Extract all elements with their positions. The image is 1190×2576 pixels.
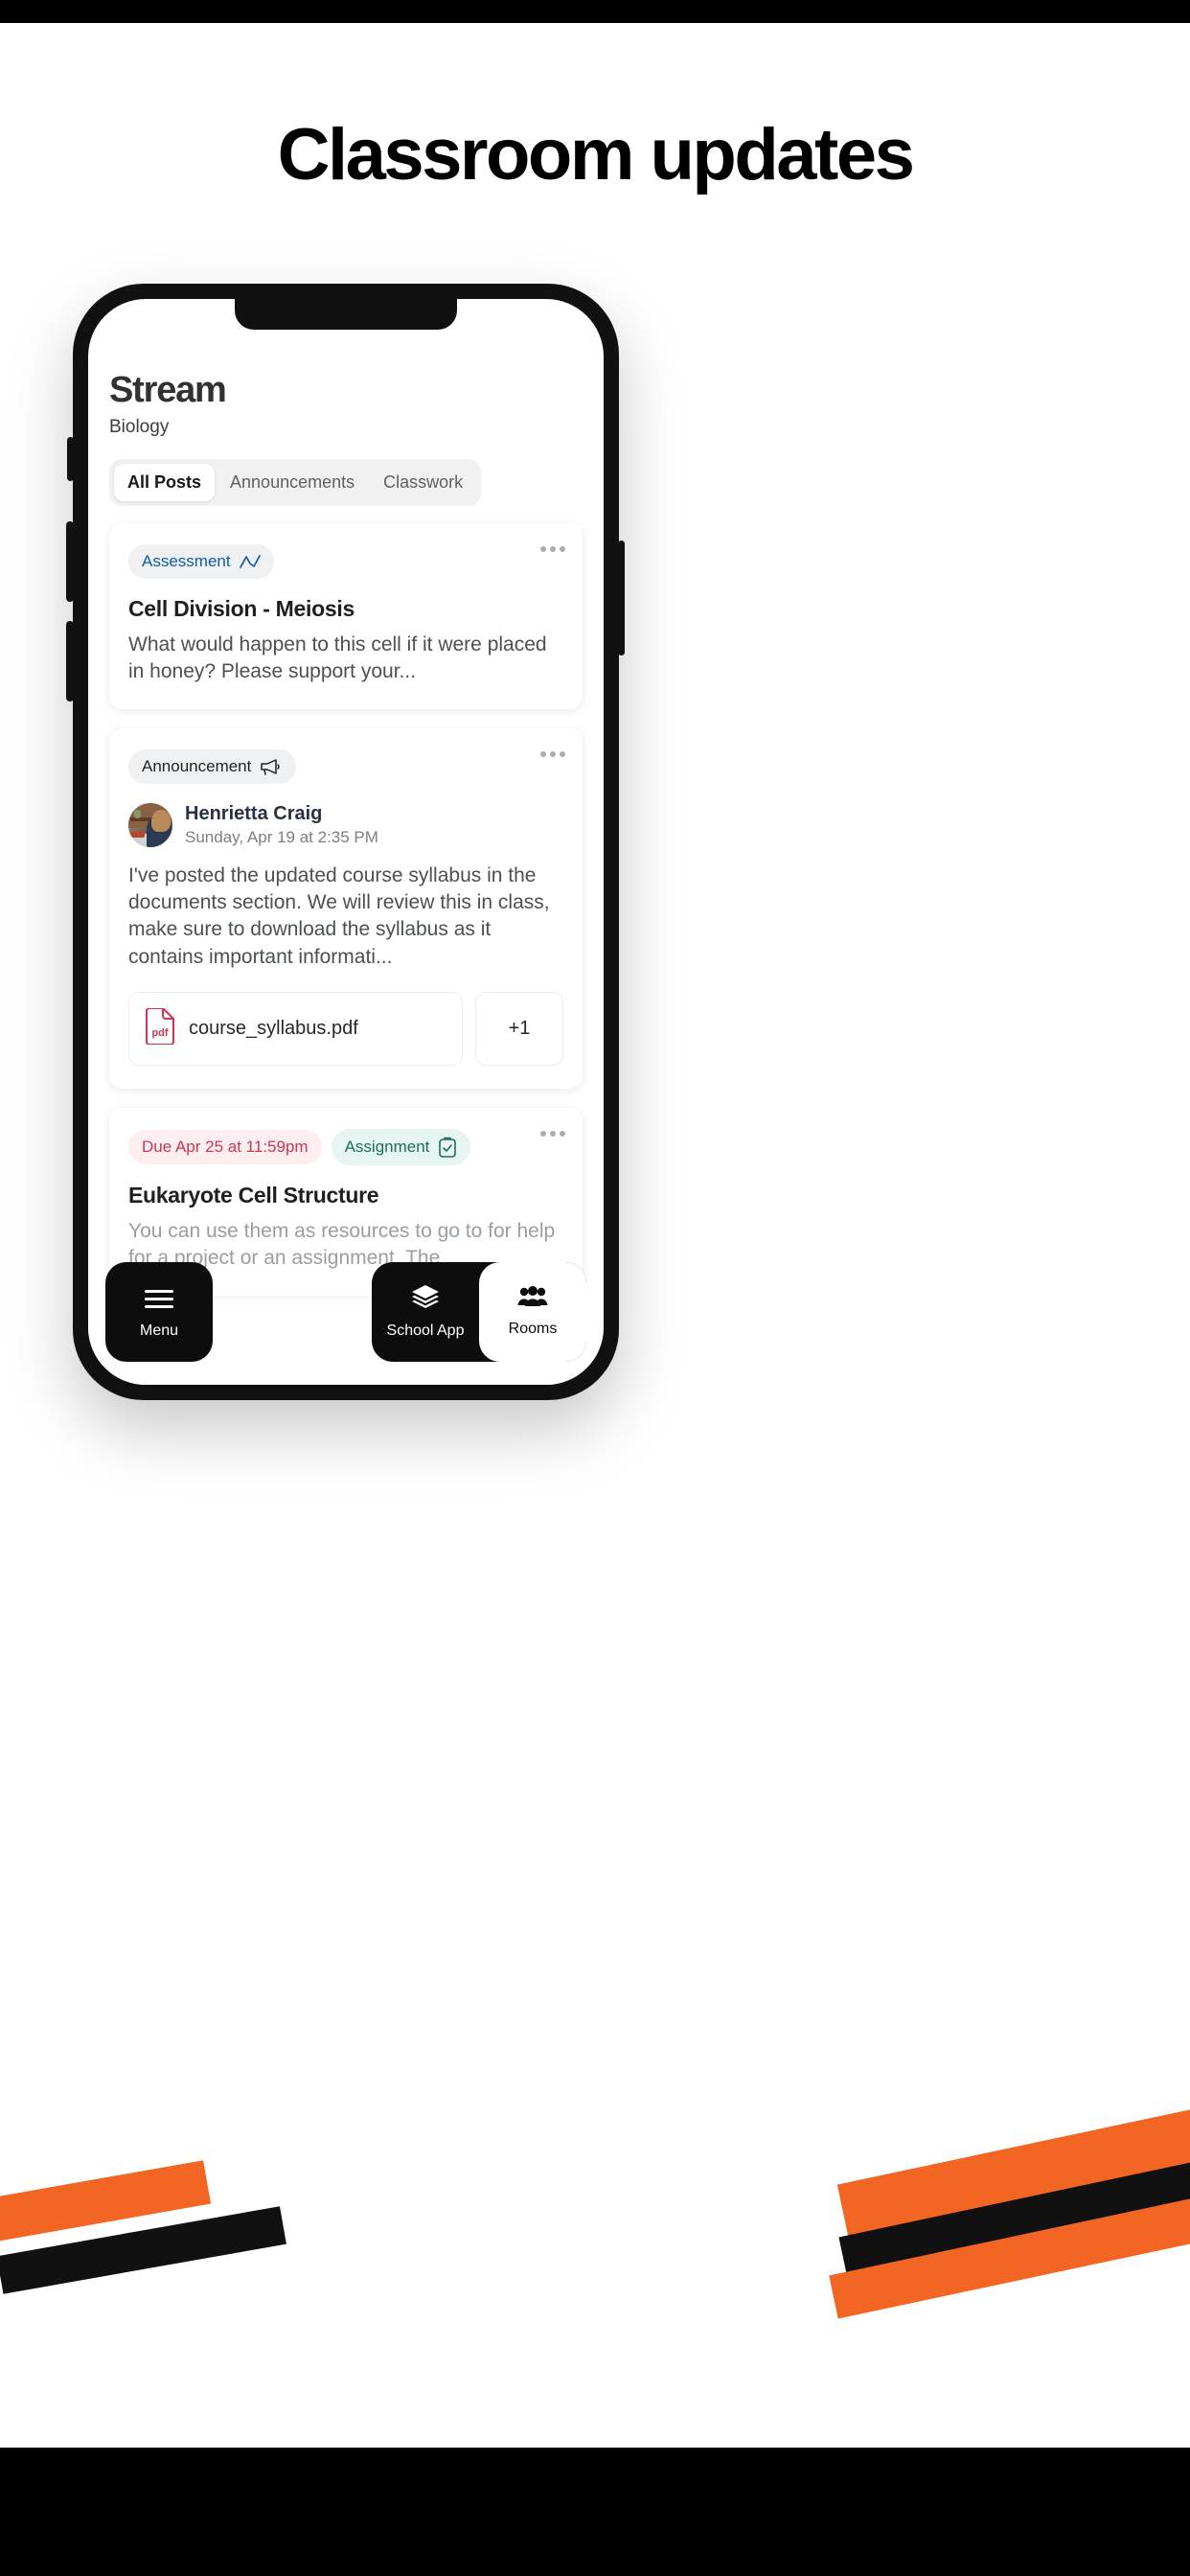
phone-volume-down-button [66,621,74,702]
nav-school-app-label: School App [386,1322,465,1339]
tab-all-posts[interactable]: All Posts [114,464,216,501]
badge-assessment: Assessment [128,544,274,579]
attachment-more-count[interactable]: +1 [475,992,563,1067]
more-options-icon[interactable] [540,750,565,757]
phone-power-button [618,540,625,656]
badge-due-date: Due Apr 25 at 11:59pm [128,1130,322,1165]
pdf-file-icon: pdf [145,1007,175,1049]
screenshot-root: Classroom updates Stream Biology All Pos… [0,0,1190,2576]
hamburger-icon [145,1285,173,1313]
svg-text:pdf: pdf [151,1027,168,1039]
bottom-navigation: Menu School App Rooms [88,1262,604,1362]
post-card-announcement[interactable]: Announcement Henrietta Craig Sunday, Apr… [109,727,583,1090]
post-feed: Assessment Cell Division - Meiosis What … [109,523,583,1296]
nav-pill: School App Rooms [372,1262,586,1362]
badge-row: Assessment [128,544,563,579]
post-title: Cell Division - Meiosis [128,596,355,621]
author-name: Henrietta Craig [185,802,323,824]
promo-headline: Classroom updates [277,114,915,196]
phone-volume-up-button [66,521,74,602]
post-author: Henrietta Craig Sunday, Apr 19 at 2:35 P… [128,802,563,847]
avatar [128,802,172,847]
badge-row: Announcement [128,748,563,784]
promo-panel: Classroom updates Stream Biology All Pos… [0,23,1190,2448]
badge-assessment-label: Assessment [142,552,231,570]
badge-announcement: Announcement [128,748,297,784]
post-body: What would happen to this cell if it wer… [128,633,547,683]
post-body: I've posted the updated course syllabus … [128,863,550,968]
more-options-icon[interactable] [540,546,565,552]
attachment-filename: course_syllabus.pdf [189,1018,358,1040]
post-card-assessment[interactable]: Assessment Cell Division - Meiosis What … [109,523,583,709]
layers-icon [411,1284,440,1314]
filter-tabs: All Posts Announcements Classwork [109,459,482,506]
phone-notch [235,299,457,330]
nav-item-rooms[interactable]: Rooms [479,1262,586,1362]
phone-screen: Stream Biology All Posts Announcements C… [88,299,604,1385]
post-title: Eukaryote Cell Structure [128,1183,379,1208]
app-viewport: Stream Biology All Posts Announcements C… [88,299,604,1385]
nav-item-school-app[interactable]: School App [372,1262,479,1362]
badge-assignment-label: Assignment [344,1138,430,1157]
nav-menu-label: Menu [139,1322,179,1339]
author-timestamp: Sunday, Apr 19 at 2:35 PM [185,827,378,846]
clipboard-check-icon [438,1137,457,1158]
tab-classwork[interactable]: Classwork [370,464,476,501]
phone-mute-switch [67,437,74,481]
badge-row: Due Apr 25 at 11:59pm Assignment [128,1129,563,1166]
badge-announcement-label: Announcement [142,756,252,775]
page-title: Stream [109,370,227,410]
nav-menu-button[interactable]: Menu [105,1262,213,1362]
attachment-pdf[interactable]: pdf course_syllabus.pdf [128,992,463,1067]
more-options-icon[interactable] [540,1131,565,1138]
people-icon [517,1286,548,1312]
megaphone-icon [260,758,283,775]
badge-assignment: Assignment [331,1129,471,1166]
tab-announcements[interactable]: Announcements [217,464,368,501]
nav-rooms-label: Rooms [508,1321,558,1337]
trend-chart-icon [239,554,261,569]
course-subtitle: Biology [109,417,170,437]
attachment-row: pdf course_syllabus.pdf +1 [128,992,563,1067]
phone-mockup: Stream Biology All Posts Announcements C… [66,284,625,1400]
